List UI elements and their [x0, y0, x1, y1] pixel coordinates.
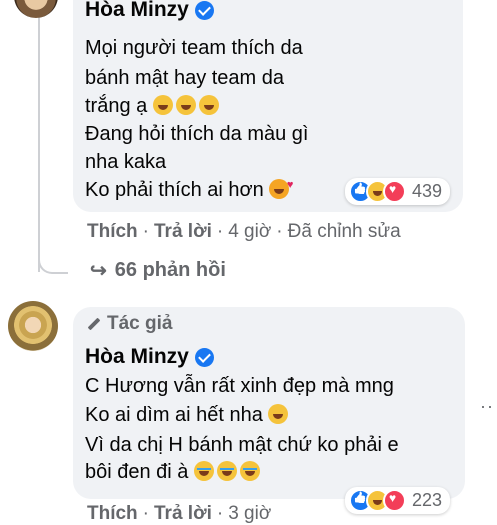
- grinning-emoji-icon: [152, 95, 173, 115]
- love-reaction-icon: [383, 489, 406, 512]
- reply-button[interactable]: Trả lời: [154, 221, 212, 242]
- edited-label[interactable]: Đã chỉnh sửa: [288, 221, 401, 242]
- avatar[interactable]: [8, 301, 58, 351]
- view-replies-button[interactable]: ↪ 66 phản hồi: [90, 258, 226, 283]
- pen-icon: [87, 317, 101, 331]
- comment-text: Ko phải thích ai hơn: [85, 179, 264, 201]
- reaction-count: 223: [412, 490, 443, 510]
- comment-text-line: bôi đen đi à: [85, 460, 263, 484]
- comment-actions: Thích · Trả lời · 3 giờ: [87, 503, 272, 524]
- comment-text: Ko ai dìm ai hết nha: [85, 404, 263, 426]
- comment-text-line: bánh mật hay team da: [85, 67, 285, 89]
- verified-icon: [194, 0, 214, 20]
- love-reaction-icon: [383, 180, 406, 203]
- author-name[interactable]: Hòa Minzy: [85, 0, 189, 22]
- verified-icon: [194, 347, 214, 367]
- reaction-count: 439: [412, 181, 443, 201]
- crying-emoji-icon: [193, 461, 214, 481]
- reaction-summary[interactable]: 439: [345, 178, 451, 205]
- like-button[interactable]: Thích: [87, 221, 138, 242]
- grinning-emoji-icon: [198, 95, 219, 115]
- comment-text-line: Ko phải thích ai hơn: [85, 173, 293, 202]
- comment-text-line: Đang hỏi thích da màu gì: [85, 123, 309, 145]
- smiling-hearts-emoji-icon: [269, 173, 293, 199]
- reaction-summary[interactable]: 223: [345, 487, 451, 514]
- author-badge-label: Tác giả: [107, 313, 173, 334]
- comment-actions: Thích · Trả lời · 4 giờ · Đã chỉnh sửa: [87, 221, 401, 242]
- comment-text: bôi đen đi à: [85, 461, 189, 483]
- avatar[interactable]: [14, 0, 58, 18]
- author-badge: Tác giả: [87, 313, 172, 335]
- comment-text-line: C Hương vẫn rất xinh đẹp mà mng: [85, 375, 394, 397]
- comment-text-line: Ko ai dìm ai hết nha: [85, 403, 291, 427]
- replies-count: 66 phản hồi: [114, 259, 226, 281]
- comment-text-line: trắng ạ: [85, 94, 222, 118]
- grinning-emoji-icon: [175, 95, 196, 115]
- comment-author[interactable]: Hòa Minzy: [85, 345, 214, 369]
- crying-emoji-icon: [216, 461, 237, 481]
- reply-arrow-icon: ↪: [90, 260, 107, 282]
- comment-text-line: Mọi người team thích da: [85, 37, 303, 59]
- timestamp[interactable]: 3 giờ: [228, 503, 271, 524]
- comment-author[interactable]: Hòa Minzy: [85, 0, 214, 22]
- crying-emoji-icon: [239, 461, 260, 481]
- more-options-icon[interactable]: ··: [480, 396, 494, 417]
- comment-text: trắng ạ: [85, 95, 148, 117]
- comment-text-line: nha kaka: [85, 151, 167, 173]
- like-button[interactable]: Thích: [87, 503, 138, 524]
- grinning-emoji-icon: [268, 404, 289, 424]
- author-name[interactable]: Hòa Minzy: [85, 345, 189, 369]
- comment-text-line: Vì da chị H bánh mật chứ ko phải e: [85, 434, 399, 456]
- thread-connector: [38, 232, 68, 274]
- timestamp[interactable]: 4 giờ: [228, 221, 271, 242]
- reply-button[interactable]: Trả lời: [154, 503, 212, 524]
